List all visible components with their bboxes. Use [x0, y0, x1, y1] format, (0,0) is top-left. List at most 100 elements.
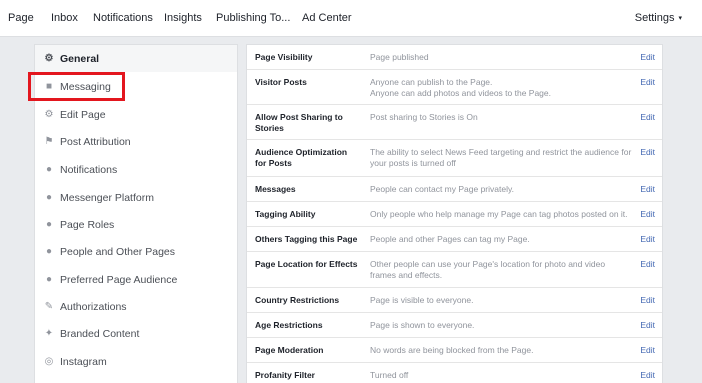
setting-value: Only people who help manage my Page can …	[370, 209, 632, 220]
person-icon: ●	[45, 219, 53, 230]
edit-link[interactable]: Edit	[640, 234, 655, 245]
sidebar-item-authorizations[interactable]: ✎ Authorizations	[35, 293, 237, 320]
setting-label: Page Visibility	[255, 52, 313, 62]
highlight-box	[28, 72, 125, 101]
sidebar-item-label: Branded Content	[60, 327, 140, 340]
nav-settings[interactable]: Settings ▾	[635, 12, 682, 24]
sidebar-item-notifications[interactable]: ● Notifications	[35, 156, 237, 183]
setting-value: Page is visible to everyone.	[370, 295, 632, 306]
sidebar-item-edit-page[interactable]: ⚙ Edit Page	[35, 101, 237, 128]
sidebar-item-page-roles[interactable]: ● Page Roles	[35, 211, 237, 238]
setting-label: Tagging Ability	[255, 209, 316, 219]
setting-value-line: Post sharing to Stories is On	[370, 112, 478, 122]
handshake-icon: ✦	[44, 328, 54, 339]
setting-label: Age Restrictions	[255, 320, 323, 330]
sidebar-item-post-attribution[interactable]: ⚑ Post Attribution	[35, 128, 237, 155]
person-plus-icon: ●	[45, 246, 53, 257]
setting-value-line: Anyone can add photos and videos to the …	[370, 88, 551, 98]
setting-label: Others Tagging this Page	[255, 234, 358, 244]
setting-value-line: People can contact my Page privately.	[370, 184, 514, 194]
sidebar-item-label: People and Other Pages	[60, 245, 175, 258]
edit-link[interactable]: Edit	[640, 77, 655, 88]
nav-inbox[interactable]: Inbox	[51, 12, 78, 24]
edit-link[interactable]: Edit	[640, 295, 655, 306]
setting-label: Profanity Filter	[255, 370, 315, 380]
edit-link[interactable]: Edit	[640, 184, 655, 195]
settings-row-page-location-for-effects: Page Location for Effects Other people ca…	[247, 252, 662, 288]
gear-icon: ⚙	[44, 53, 54, 64]
sidebar-item-label: Page Roles	[60, 218, 115, 231]
setting-value: Page published	[370, 52, 632, 63]
nav-page[interactable]: Page	[8, 12, 34, 24]
sidebar-item-label: General	[60, 52, 100, 65]
sidebar-item-general[interactable]: ⚙ General	[35, 45, 237, 72]
sidebar-item-label: Edit Page	[60, 108, 106, 121]
nav-publishing-tools[interactable]: Publishing To...	[216, 12, 290, 24]
setting-value: Other people can use your Page's locatio…	[370, 259, 632, 281]
setting-value-line: Page is shown to everyone.	[370, 320, 475, 330]
setting-value-line: Only people who help manage my Page can …	[370, 209, 628, 219]
globe-icon: ●	[45, 164, 53, 175]
setting-label: Page Location for Effects	[255, 259, 358, 269]
sidebar-item-label: Messenger Platform	[60, 191, 154, 204]
sidebar-item-label: Instagram	[60, 355, 107, 368]
setting-value-line: Anyone can publish to the Page.	[370, 77, 493, 87]
edit-link[interactable]: Edit	[640, 112, 655, 123]
settings-row-messages: Messages People can contact my Page priva…	[247, 177, 662, 202]
gear-icon: ⚙	[44, 109, 54, 120]
setting-label: Messages	[255, 184, 296, 194]
setting-value-line: Page is visible to everyone.	[370, 295, 474, 305]
nav-insights[interactable]: Insights	[164, 12, 202, 24]
setting-label: Country Restrictions	[255, 295, 340, 305]
settings-row-others-tagging-this-page: Others Tagging this Page People and other…	[247, 227, 662, 252]
general-settings-table: Page Visibility Page published Edit Visitor…	[246, 44, 663, 383]
setting-value: People and other Pages can tag my Page.	[370, 234, 632, 245]
sidebar-item-instagram[interactable]: ◎ Instagram	[35, 348, 237, 375]
setting-value-line: People and other Pages can tag my Page.	[370, 234, 530, 244]
settings-row-visitor-posts: Visitor Posts Anyone can publish to the P…	[247, 70, 662, 105]
top-navigation: Page Inbox Notifications Insights Publis…	[0, 0, 702, 37]
sidebar-item-people-and-other-pages[interactable]: ● People and Other Pages	[35, 238, 237, 265]
setting-value: The ability to select News Feed targetin…	[370, 147, 632, 169]
nav-settings-label: Settings	[634, 12, 675, 24]
edit-link[interactable]: Edit	[640, 209, 655, 220]
nav-notifications[interactable]: Notifications	[93, 12, 153, 24]
settings-row-allow-post-sharing-to-stories: Allow Post Sharing to Stories Post sharin…	[247, 105, 662, 140]
edit-link[interactable]: Edit	[640, 147, 655, 158]
setting-label: Allow Post Sharing to Stories	[255, 112, 343, 133]
settings-row-tagging-ability: Tagging Ability Only people who help mana…	[247, 202, 662, 227]
flag-icon: ⚑	[44, 136, 54, 147]
setting-value: Turned off	[370, 370, 632, 381]
sidebar-item-label: Notifications	[60, 163, 118, 176]
edit-link[interactable]: Edit	[640, 52, 655, 63]
nav-ad-center[interactable]: Ad Center	[302, 12, 352, 24]
setting-value-line: Page published	[370, 52, 429, 62]
sidebar-item-preferred-page-audience[interactable]: ● Preferred Page Audience	[35, 266, 237, 293]
setting-label: Page Moderation	[255, 345, 324, 355]
edit-link[interactable]: Edit	[640, 345, 655, 356]
setting-value: Anyone can publish to the Page. Anyone ca…	[370, 77, 632, 99]
settings-row-age-restrictions: Age Restrictions Page is shown to everyon…	[247, 313, 662, 338]
sidebar-item-label: Post Attribution	[60, 135, 131, 148]
setting-value: People can contact my Page privately.	[370, 184, 632, 195]
setting-value: Post sharing to Stories is On	[370, 112, 632, 123]
edit-link[interactable]: Edit	[640, 370, 655, 381]
setting-label: Audience Optimization for Posts	[255, 147, 348, 168]
setting-value: No words are being blocked from the Page…	[370, 345, 632, 356]
edit-link[interactable]: Edit	[640, 259, 655, 270]
setting-label: Visitor Posts	[255, 77, 307, 87]
sidebar-item-messenger-platform[interactable]: ● Messenger Platform	[35, 184, 237, 211]
setting-value-line: Other people can use your Page's locatio…	[370, 259, 606, 280]
setting-value-line: The ability to select News Feed targetin…	[370, 147, 632, 168]
settings-row-page-visibility: Page Visibility Page published Edit	[247, 45, 662, 70]
instagram-icon: ◎	[44, 356, 54, 367]
setting-value-line: No words are being blocked from the Page…	[370, 345, 534, 355]
edit-link[interactable]: Edit	[640, 320, 655, 331]
wrench-icon: ✎	[44, 301, 54, 312]
sidebar-item-label: Preferred Page Audience	[60, 273, 178, 286]
sidebar-item-branded-content[interactable]: ✦ Branded Content	[35, 320, 237, 347]
settings-row-country-restrictions: Country Restrictions Page is visible to e…	[247, 288, 662, 313]
settings-row-audience-optimization-for-posts: Audience Optimization for Posts The abili…	[247, 140, 662, 177]
settings-row-profanity-filter: Profanity Filter Turned off Edit	[247, 363, 662, 383]
setting-value: Page is shown to everyone.	[370, 320, 632, 331]
